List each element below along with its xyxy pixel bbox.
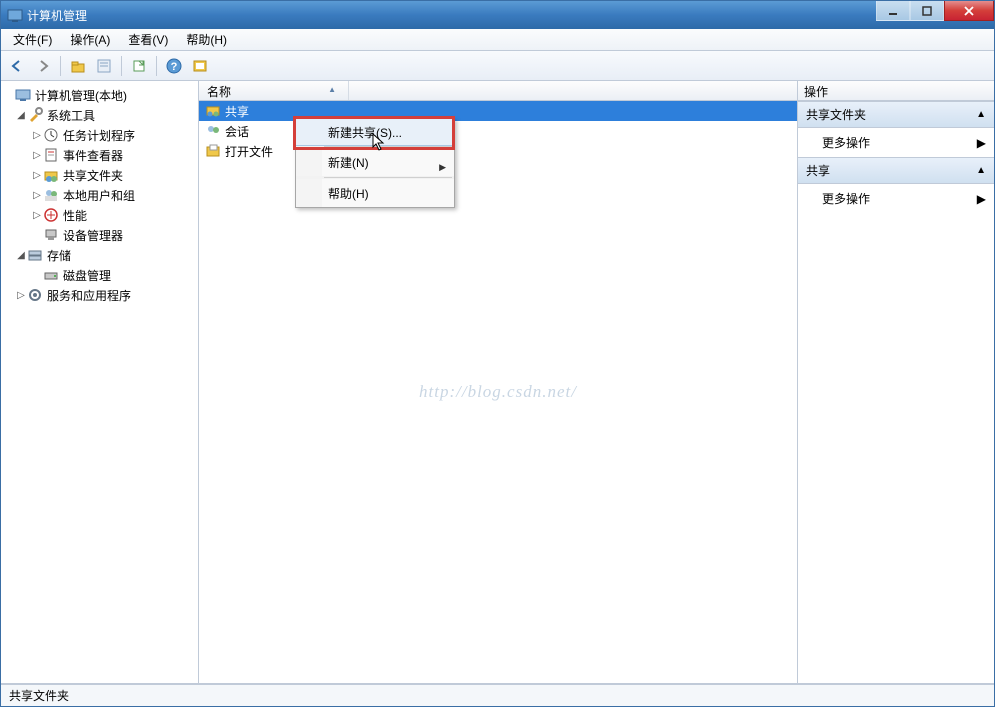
shared-folder-icon (43, 167, 59, 183)
context-menu-new[interactable]: 新建(N) (296, 148, 454, 176)
services-icon (27, 287, 43, 303)
collapse-icon: ▲ (976, 165, 986, 176)
help-button[interactable]: ? (162, 54, 186, 78)
tree-label: 存储 (47, 247, 71, 264)
tree-task-scheduler[interactable]: ▷任务计划程序 (1, 125, 198, 145)
minimize-button[interactable] (876, 1, 910, 21)
context-menu-label: 帮助(H) (328, 185, 369, 202)
session-icon (205, 123, 221, 139)
menu-view[interactable]: 查看(V) (120, 29, 176, 50)
main-area: 计算机管理(本地) ◢系统工具 ▷任务计划程序 ▷事件查看器 ▷共享文件夹 ▷本… (1, 81, 994, 684)
tree-label: 计算机管理(本地) (35, 87, 127, 104)
tree-local-users[interactable]: ▷本地用户和组 (1, 185, 198, 205)
action-pane-title: 操作 (798, 81, 994, 101)
clock-icon (43, 127, 59, 143)
close-button[interactable] (944, 1, 994, 21)
back-button[interactable] (5, 54, 29, 78)
openfile-icon (205, 143, 221, 159)
users-icon (43, 187, 59, 203)
tree-shared-folders[interactable]: ▷共享文件夹 (1, 165, 198, 185)
tree-label: 共享文件夹 (63, 167, 123, 184)
submenu-arrow-icon: ▶ (977, 136, 986, 150)
event-icon (43, 147, 59, 163)
menu-action[interactable]: 操作(A) (62, 29, 118, 50)
tree-system-tools[interactable]: ◢系统工具 (1, 105, 198, 125)
app-icon (7, 7, 23, 23)
tree-label: 设备管理器 (63, 227, 123, 244)
action-link-label: 更多操作 (822, 134, 870, 151)
collapse-icon: ▲ (976, 109, 986, 120)
list-label: 会话 (225, 123, 249, 140)
properties-button[interactable] (92, 54, 116, 78)
svg-text:?: ? (171, 61, 178, 73)
watermark: http://blog.csdn.net/ (419, 382, 577, 402)
action-section-share[interactable]: 共享 ▲ (798, 157, 994, 184)
tree-disk-mgmt[interactable]: 磁盘管理 (1, 265, 198, 285)
list-header: 名称 (199, 81, 797, 101)
titlebar: 计算机管理 (1, 1, 994, 29)
performance-icon (43, 207, 59, 223)
view-button[interactable] (188, 54, 212, 78)
list-row-sessions[interactable]: 会话 (199, 121, 797, 141)
tree-root[interactable]: 计算机管理(本地) (1, 85, 198, 105)
context-menu-label: 新建共享(S)... (328, 124, 402, 141)
list-row-shares[interactable]: 共享 (199, 101, 797, 121)
forward-button[interactable] (31, 54, 55, 78)
statusbar: 共享文件夹 (1, 684, 994, 706)
device-icon (43, 227, 59, 243)
action-section-label: 共享 (806, 162, 830, 179)
action-section-shared-folders[interactable]: 共享文件夹 ▲ (798, 101, 994, 128)
tree-label: 服务和应用程序 (47, 287, 131, 304)
menu-help[interactable]: 帮助(H) (178, 29, 235, 50)
context-menu-new-share[interactable]: 新建共享(S)... (295, 118, 455, 146)
action-more-2[interactable]: 更多操作 ▶ (798, 184, 994, 213)
tree-pane: 计算机管理(本地) ◢系统工具 ▷任务计划程序 ▷事件查看器 ▷共享文件夹 ▷本… (1, 81, 199, 683)
toolbar: ? (1, 51, 994, 81)
tree-event-viewer[interactable]: ▷事件查看器 (1, 145, 198, 165)
menu-file[interactable]: 文件(F) (5, 29, 60, 50)
tree-performance[interactable]: ▷性能 (1, 205, 198, 225)
tree-label: 磁盘管理 (63, 267, 111, 284)
status-text: 共享文件夹 (9, 687, 69, 704)
maximize-button[interactable] (910, 1, 944, 21)
context-menu: 新建共享(S)... 新建(N) 帮助(H) (295, 118, 455, 208)
tree-label: 任务计划程序 (63, 127, 135, 144)
list-pane: 名称 共享 会话 打开文件 http://blog.csdn.net/ (199, 81, 798, 683)
list-label: 打开文件 (225, 143, 273, 160)
tree-label: 性能 (63, 207, 87, 224)
tools-icon (27, 107, 43, 123)
app-window: 计算机管理 文件(F) 操作(A) 查看(V) 帮助(H) ? 计算机管理(本地… (0, 0, 995, 707)
computer-icon (15, 87, 31, 103)
list-row-openfiles[interactable]: 打开文件 (199, 141, 797, 161)
export-button[interactable] (127, 54, 151, 78)
action-link-label: 更多操作 (822, 190, 870, 207)
storage-icon (27, 247, 43, 263)
list-label: 共享 (225, 103, 249, 120)
context-menu-separator (324, 177, 452, 178)
share-icon (205, 103, 221, 119)
tree-services-apps[interactable]: ▷服务和应用程序 (1, 285, 198, 305)
disk-icon (43, 267, 59, 283)
action-more-1[interactable]: 更多操作 ▶ (798, 128, 994, 157)
action-pane: 操作 共享文件夹 ▲ 更多操作 ▶ 共享 ▲ 更多操作 ▶ (798, 81, 994, 683)
tree-label: 事件查看器 (63, 147, 123, 164)
window-title: 计算机管理 (27, 7, 87, 24)
tree-label: 本地用户和组 (63, 187, 135, 204)
action-section-label: 共享文件夹 (806, 106, 866, 123)
submenu-arrow-icon: ▶ (977, 192, 986, 206)
menubar: 文件(F) 操作(A) 查看(V) 帮助(H) (1, 29, 994, 51)
context-menu-help[interactable]: 帮助(H) (296, 179, 454, 207)
tree-label: 系统工具 (47, 107, 95, 124)
tree-device-manager[interactable]: 设备管理器 (1, 225, 198, 245)
list-body: 共享 会话 打开文件 http://blog.csdn.net/ (199, 101, 797, 683)
column-name[interactable]: 名称 (199, 81, 349, 100)
context-menu-label: 新建(N) (328, 154, 369, 171)
tree-storage[interactable]: ◢存储 (1, 245, 198, 265)
up-button[interactable] (66, 54, 90, 78)
context-menu-separator (324, 146, 452, 147)
